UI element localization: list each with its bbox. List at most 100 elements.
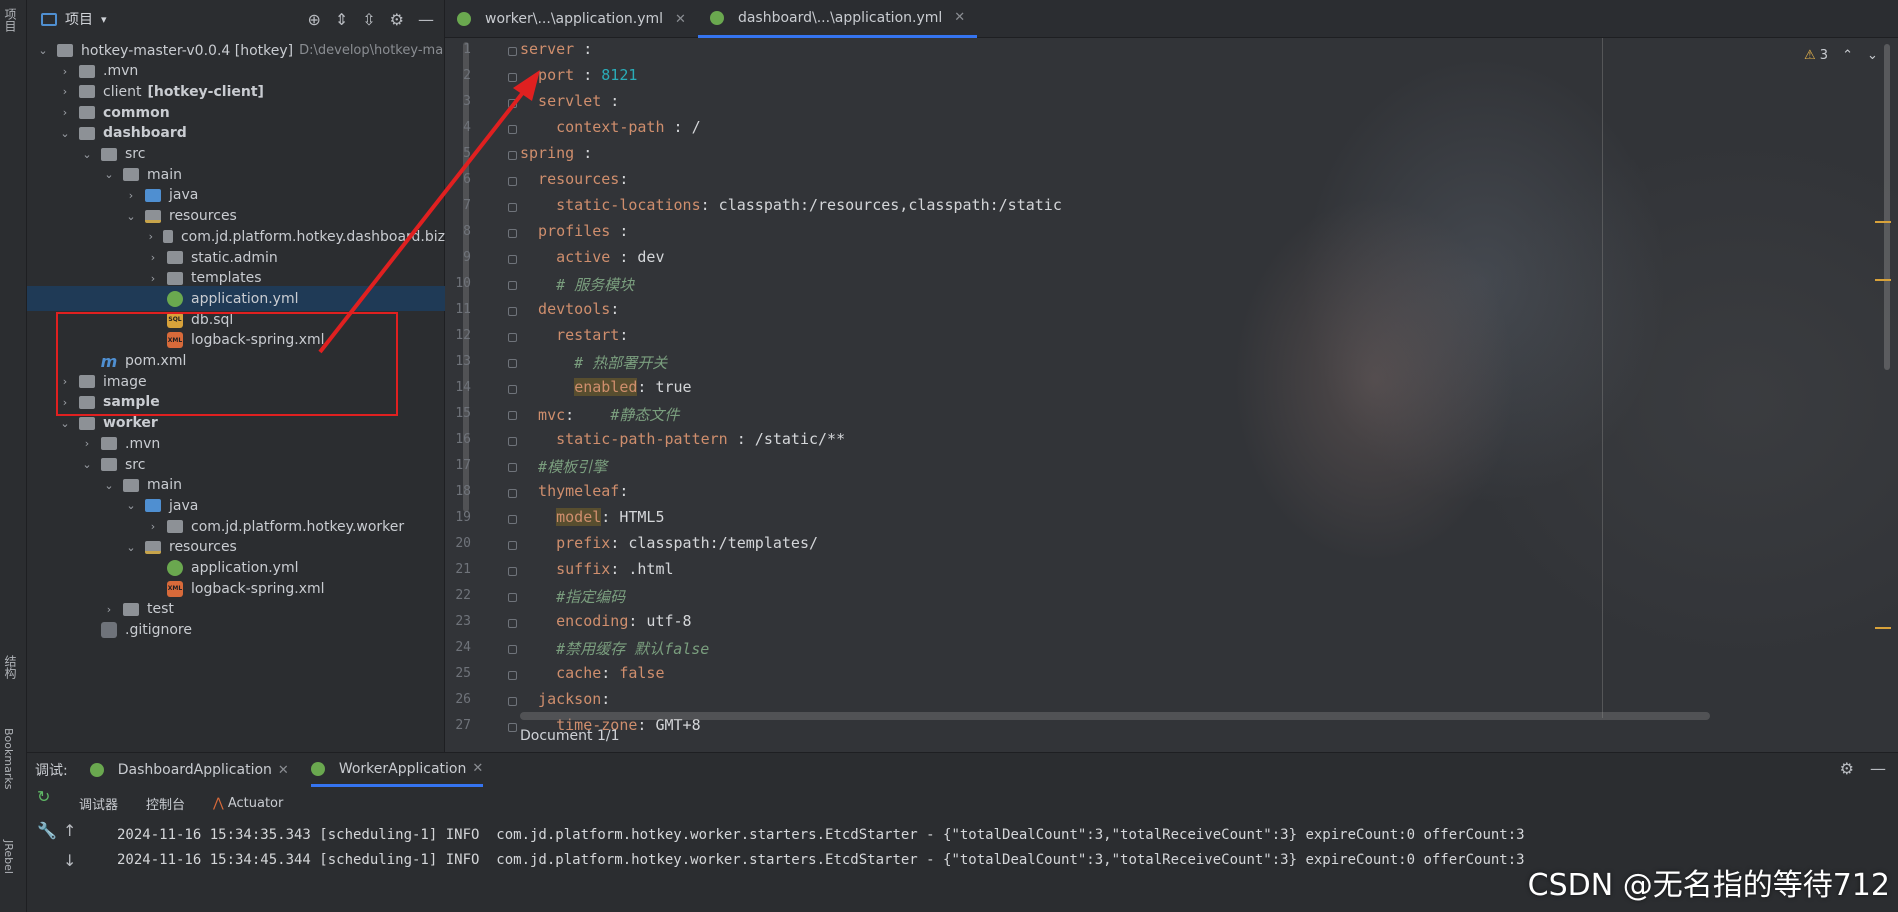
tree-item[interactable]: .gitignore <box>27 618 445 643</box>
tab-worker-application[interactable]: WorkerApplication ✕ <box>310 753 484 787</box>
code-line[interactable]: static-locations: classpath:/resources,c… <box>520 196 1062 214</box>
inspection-widget[interactable]: ⚠ 3 ⌃ ⌄ <box>1804 48 1878 63</box>
fold-marker-icon[interactable] <box>508 671 517 680</box>
chevron-right-icon[interactable]: › <box>59 65 71 78</box>
code-line[interactable]: profiles : <box>520 222 628 240</box>
code-line[interactable]: #指定编码 <box>520 586 625 607</box>
chevron-right-icon[interactable]: › <box>81 437 93 450</box>
close-icon[interactable]: ✕ <box>472 761 483 776</box>
project-tool-tab[interactable]: 项目 <box>2 8 19 32</box>
tab-dashboard-application-yml[interactable]: dashboard\...\application.yml ✕ <box>697 0 978 38</box>
code-line[interactable]: #模板引擎 <box>520 456 607 477</box>
gear-icon[interactable]: ⚙ <box>1840 759 1854 778</box>
chevron-up-icon[interactable]: ⌃ <box>1842 48 1853 63</box>
jrebel-tool-tab[interactable]: JRebel <box>2 840 15 874</box>
code-line[interactable]: spring : <box>520 144 592 162</box>
chevron-down-icon[interactable]: ⌄ <box>103 479 115 492</box>
chevron-right-icon[interactable]: › <box>59 106 71 119</box>
chevron-down-icon[interactable]: ⌄ <box>59 417 71 430</box>
fold-marker-icon[interactable] <box>508 255 517 264</box>
chevron-down-icon[interactable]: ⌄ <box>81 458 93 471</box>
arrow-up-icon[interactable]: ↑ <box>63 821 76 840</box>
warning-marker[interactable] <box>1875 627 1891 629</box>
fold-marker-icon[interactable] <box>508 385 517 394</box>
warning-marker[interactable] <box>1875 221 1891 223</box>
rerun-icon[interactable]: ↻ <box>37 787 50 806</box>
code-line[interactable]: context-path : / <box>520 118 701 136</box>
arrow-down-icon[interactable]: ↓ <box>63 851 76 870</box>
collapse-all-icon[interactable]: ⇳ <box>362 10 375 29</box>
code-line[interactable]: mvc: #静态文件 <box>520 404 679 425</box>
code-line[interactable]: # 热部署开关 <box>520 352 667 373</box>
code-line[interactable]: devtools: <box>520 300 619 318</box>
fold-marker-icon[interactable] <box>508 437 517 446</box>
code-line[interactable]: port : 8121 <box>520 66 637 84</box>
minimize-icon[interactable]: — <box>1870 759 1886 778</box>
chevron-down-icon[interactable]: ⌄ <box>103 168 115 181</box>
fold-marker-icon[interactable] <box>508 359 517 368</box>
chevron-right-icon[interactable]: › <box>147 520 159 533</box>
fold-marker-icon[interactable] <box>508 333 517 342</box>
fold-marker-icon[interactable] <box>508 489 517 498</box>
chevron-down-icon[interactable]: ⌄ <box>59 127 71 140</box>
fold-marker-icon[interactable] <box>508 99 517 108</box>
editor-scrollbar[interactable] <box>1884 44 1890 370</box>
chevron-right-icon[interactable]: › <box>125 189 137 202</box>
chevron-down-icon[interactable]: ⌄ <box>125 541 137 554</box>
chevron-down-icon[interactable]: ⌄ <box>125 499 137 512</box>
tab-dashboard-application[interactable]: DashboardApplication ✕ <box>89 753 289 787</box>
chevron-right-icon[interactable]: › <box>147 230 155 243</box>
code-line[interactable]: # 服务模块 <box>520 274 634 295</box>
fold-marker-icon[interactable] <box>508 567 517 576</box>
fold-marker-icon[interactable] <box>508 203 517 212</box>
structure-tool-tab[interactable]: 结构 <box>2 655 19 679</box>
code-line[interactable]: server : <box>520 40 592 58</box>
editor-horizontal-scrollbar[interactable] <box>520 712 1710 720</box>
fold-marker-icon[interactable] <box>508 307 517 316</box>
code-line[interactable]: #禁用缓存 默认false <box>520 638 709 659</box>
fold-marker-icon[interactable] <box>508 541 517 550</box>
tab-actuator[interactable]: ⋀ Actuator <box>213 796 283 811</box>
fold-marker-icon[interactable] <box>508 125 517 134</box>
chevron-down-icon[interactable]: ⌄ <box>125 210 137 223</box>
fold-marker-icon[interactable] <box>508 73 517 82</box>
gear-icon[interactable]: ⚙ <box>390 10 404 29</box>
tab-console[interactable]: 控制台 <box>146 794 185 813</box>
chevron-right-icon[interactable]: › <box>147 272 159 285</box>
warning-marker[interactable] <box>1875 279 1891 281</box>
bookmarks-tool-tab[interactable]: Bookmarks <box>2 728 15 789</box>
chevron-right-icon[interactable]: › <box>147 251 159 264</box>
chevron-down-icon[interactable]: ⌄ <box>81 148 93 161</box>
code-line[interactable]: static-path-pattern : /static/** <box>520 430 845 448</box>
code-line[interactable]: encoding: utf-8 <box>520 612 691 630</box>
code-line[interactable]: suffix: .html <box>520 560 673 578</box>
code-line[interactable]: prefix: classpath:/templates/ <box>520 534 818 552</box>
fold-marker-icon[interactable] <box>508 411 517 420</box>
code-line[interactable]: resources: <box>520 170 628 188</box>
chevron-down-icon[interactable]: ⌄ <box>1867 48 1878 63</box>
fold-marker-icon[interactable] <box>508 47 517 56</box>
fold-marker-icon[interactable] <box>508 723 517 732</box>
expand-all-icon[interactable]: ⇕ <box>335 10 348 29</box>
chevron-down-icon[interactable]: ⌄ <box>37 44 49 57</box>
code-line[interactable]: servlet : <box>520 92 619 110</box>
wrench-icon[interactable]: 🔧 <box>37 821 57 840</box>
fold-marker-icon[interactable] <box>508 697 517 706</box>
code-line[interactable]: active : dev <box>520 248 664 266</box>
fold-marker-icon[interactable] <box>508 593 517 602</box>
code-line[interactable]: jackson: <box>520 690 610 708</box>
fold-marker-icon[interactable] <box>508 281 517 290</box>
fold-marker-icon[interactable] <box>508 619 517 628</box>
fold-marker-icon[interactable] <box>508 515 517 524</box>
chevron-right-icon[interactable]: › <box>59 85 71 98</box>
code-line[interactable]: thymeleaf: <box>520 482 628 500</box>
fold-marker-icon[interactable] <box>508 645 517 654</box>
fold-marker-icon[interactable] <box>508 151 517 160</box>
fold-marker-icon[interactable] <box>508 463 517 472</box>
code-line[interactable]: enabled: true <box>520 378 692 396</box>
tab-worker-application-yml[interactable]: worker\...\application.yml ✕ <box>445 0 698 38</box>
minimize-icon[interactable]: — <box>418 10 434 29</box>
fold-marker-icon[interactable] <box>508 229 517 238</box>
code-line[interactable]: cache: false <box>520 664 664 682</box>
close-icon[interactable]: ✕ <box>675 12 686 27</box>
